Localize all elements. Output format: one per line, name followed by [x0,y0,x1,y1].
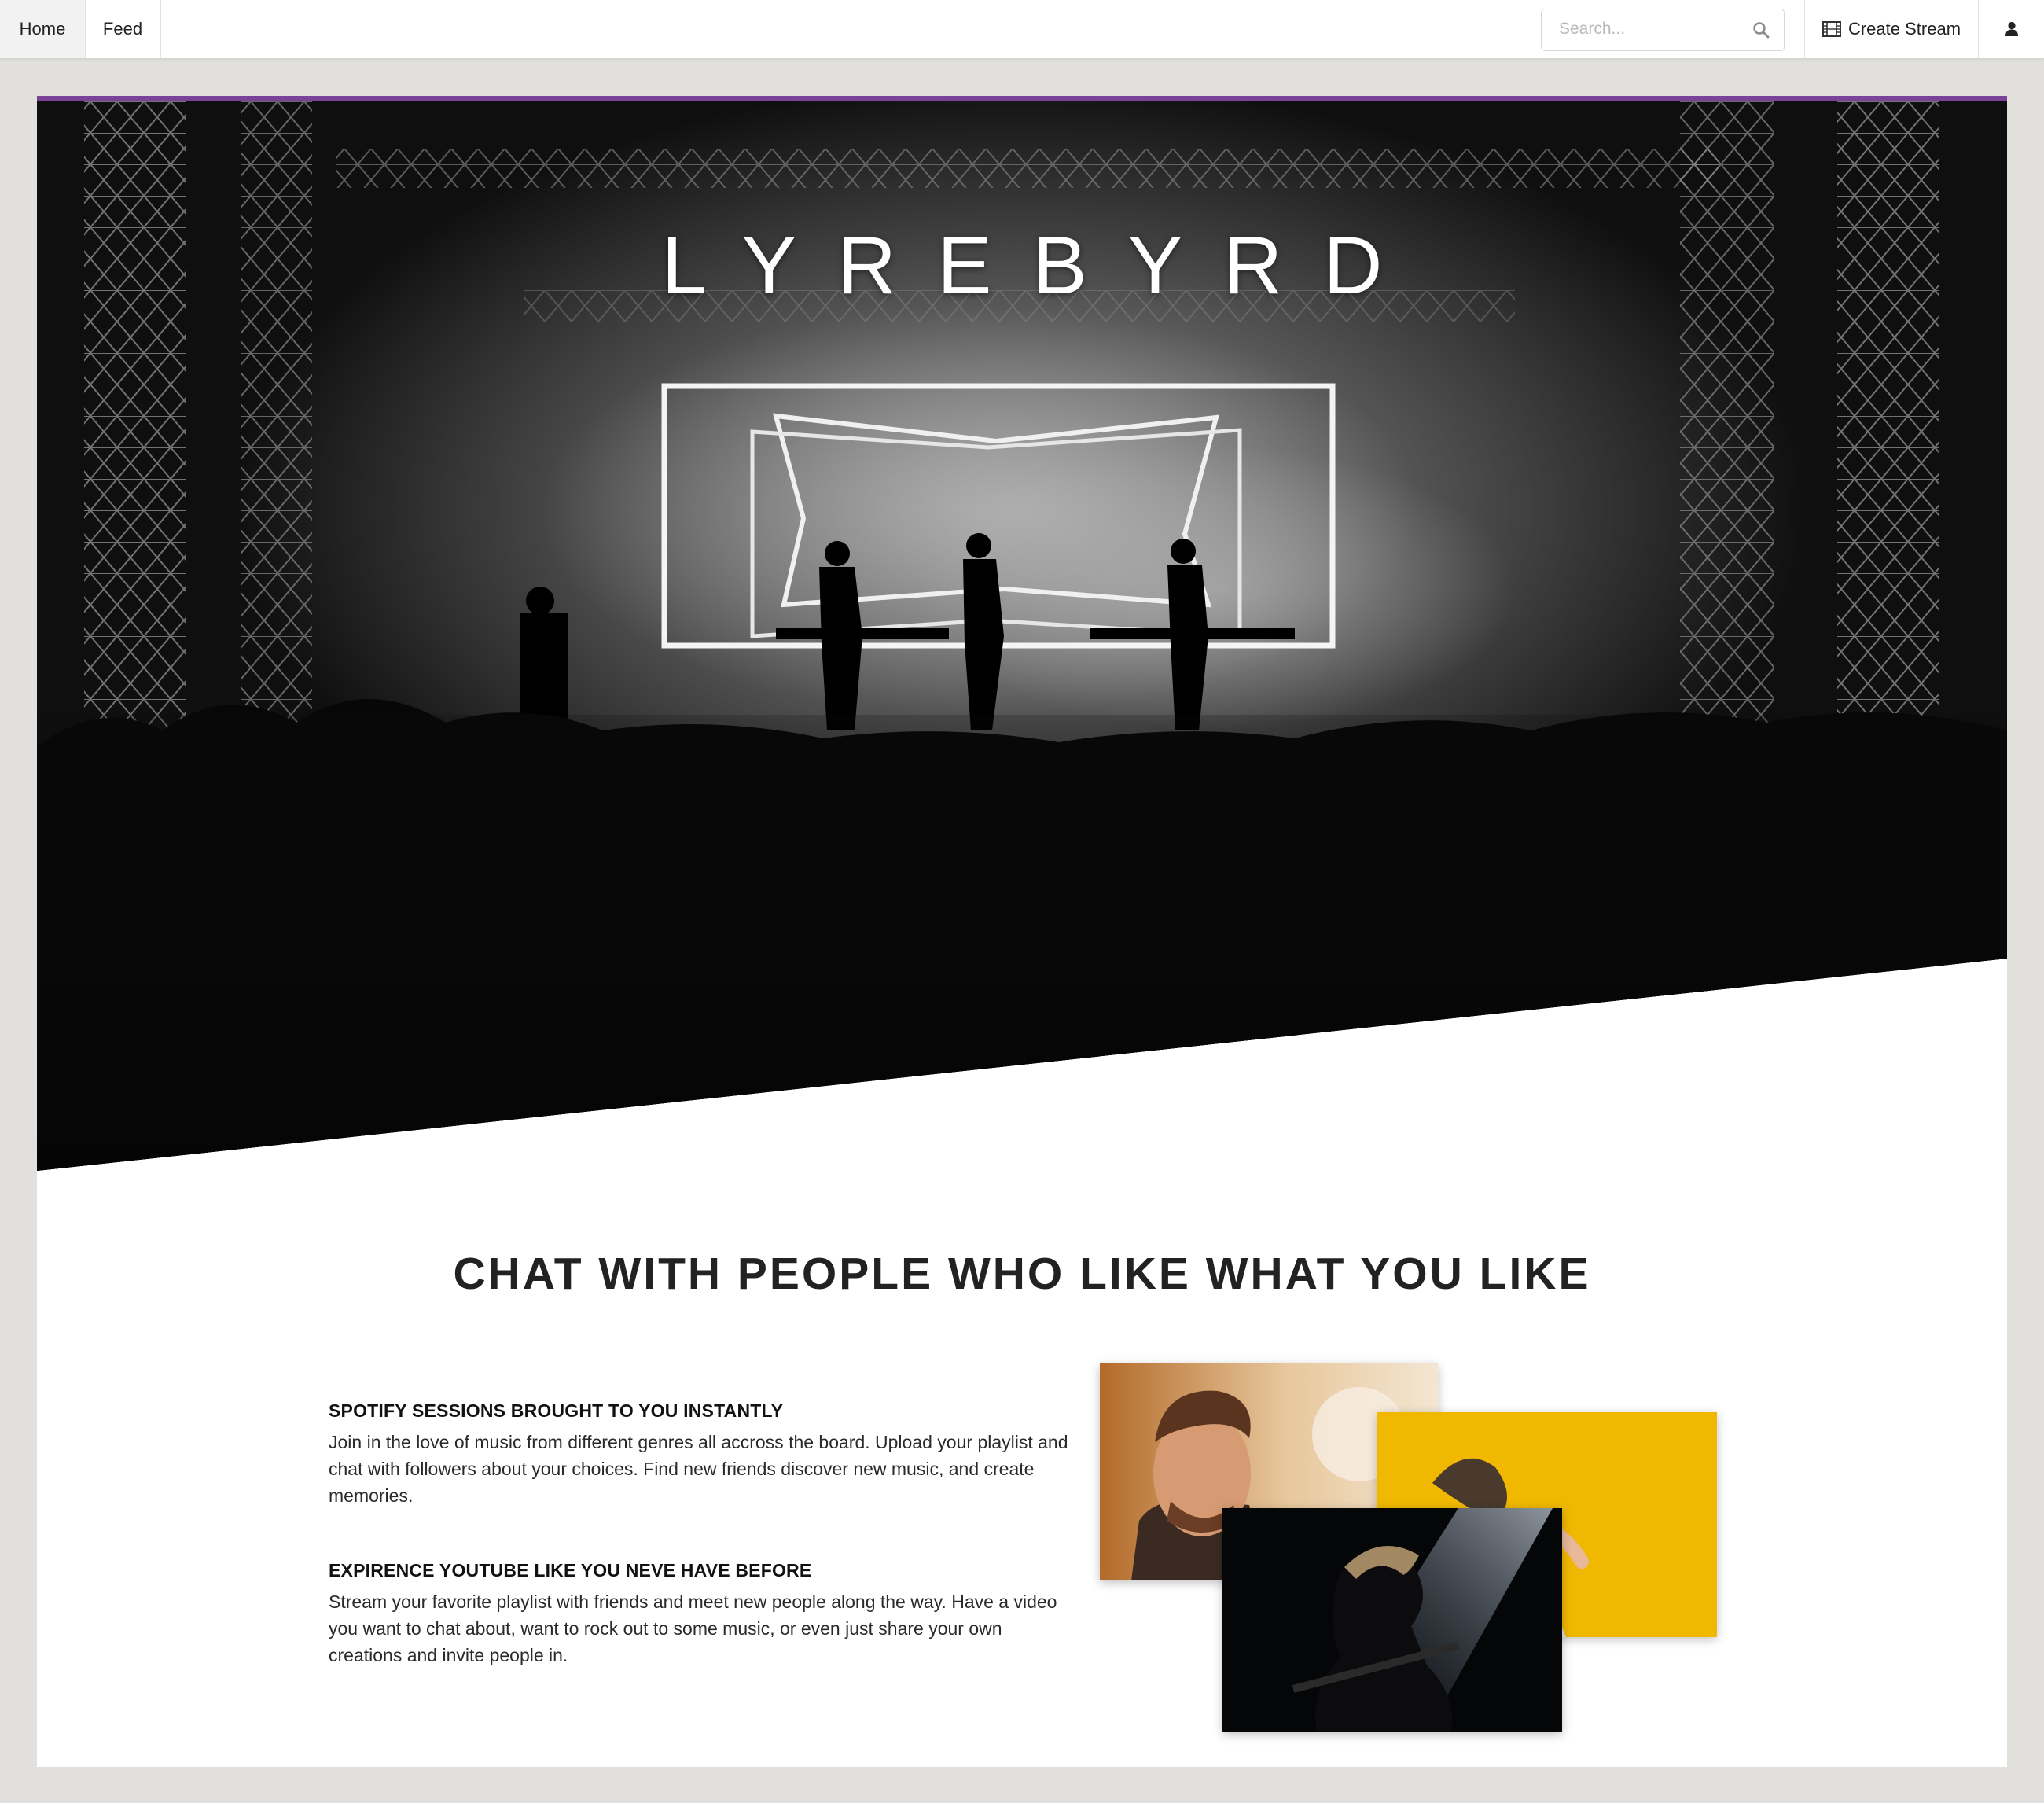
user-menu-button[interactable] [1979,0,2044,58]
top-navbar: Home Feed Create Stream [0,0,2044,59]
photo-guitarist-spotlight [1222,1508,1562,1732]
feature-heading-spotify: SPOTIFY SESSIONS BROUGHT TO YOU INSTANTL… [329,1400,784,1421]
nav-feed-link[interactable]: Feed [85,0,161,58]
feature-text-youtube: Stream your favorite playlist with frien… [329,1591,1057,1665]
film-icon [1822,21,1841,37]
nav-home-link[interactable]: Home [0,0,86,58]
search-box [1541,9,1785,51]
main-card: LYREBYRD CHAT WITH PEOPLE WHO LIKE WHAT … [37,96,2007,1767]
user-icon [2005,21,2018,36]
feature-heading-youtube: EXPIRENCE YOUTUBE LIKE YOU NEVE HAVE BEF… [329,1560,812,1580]
create-stream-button[interactable]: Create Stream [1805,0,1979,58]
feature-text-spotify: Join in the love of music from different… [329,1432,1068,1506]
hero-banner: LYREBYRD [37,101,2007,1171]
section-title: CHAT WITH PEOPLE WHO LIKE WHAT YOU LIKE [453,1249,1591,1299]
search-icon[interactable] [1752,21,1770,39]
search-input[interactable] [1542,9,1755,49]
create-stream-label: Create Stream [1847,19,1961,39]
brand-logo: LYREBYRD [661,220,1424,311]
accent-bar [37,96,2007,101]
